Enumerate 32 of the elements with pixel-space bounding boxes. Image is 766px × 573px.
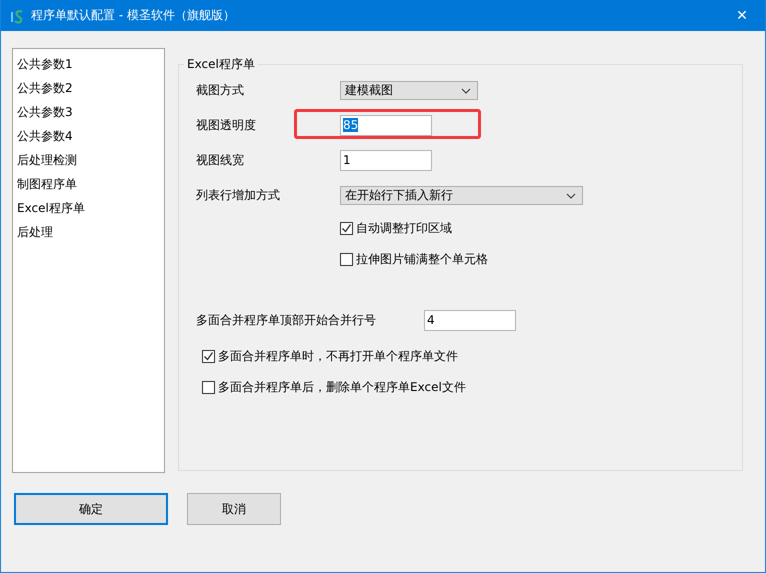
close-button[interactable]: ✕: [719, 8, 765, 24]
checkbox[interactable]: 自动调整打印区域: [196, 220, 452, 237]
check-icon: [341, 223, 352, 234]
sidebar-item[interactable]: 后处理: [13, 220, 164, 244]
sidebar-item[interactable]: 公共参数1: [13, 52, 164, 76]
chevron-down-icon: [566, 192, 576, 198]
sidebar-item[interactable]: Excel程序单: [13, 196, 164, 220]
field-label: 截图方式: [196, 82, 245, 99]
field-label: 多面合并程序单顶部开始合并行号: [196, 312, 377, 328]
dialog-button[interactable]: 确定: [14, 493, 168, 525]
checkbox[interactable]: 多面合并程序单后，删除单个程序单Excel文件: [196, 379, 466, 396]
dialog-button[interactable]: 取消: [187, 493, 281, 525]
field-label: 列表行增加方式: [196, 187, 281, 204]
sidebar-item[interactable]: 公共参数2: [13, 76, 164, 100]
input-field[interactable]: 1: [340, 150, 432, 171]
group-title: Excel程序单: [186, 56, 256, 73]
sidebar-item[interactable]: 公共参数4: [13, 124, 164, 148]
field-label: 视图线宽: [196, 152, 245, 169]
window-title: 程序单默认配置 - 模圣软件（旗舰版）: [31, 7, 236, 24]
field-label: 视图透明度: [196, 117, 257, 134]
logo-icon: [9, 8, 25, 24]
sidebar-item[interactable]: 公共参数3: [13, 100, 164, 124]
checkbox[interactable]: 多面合并程序单时，不再打开单个程序单文件: [196, 348, 458, 365]
input-field[interactable]: 4: [424, 310, 516, 330]
check-icon: [203, 351, 214, 362]
dropdown[interactable]: 在开始行下插入新行: [340, 186, 583, 205]
dropdown[interactable]: 建模截图: [340, 81, 478, 100]
chevron-down-icon: [461, 88, 471, 94]
checkbox[interactable]: 拉伸图片铺满整个单元格: [196, 251, 488, 268]
sidebar-item[interactable]: 制图程序单: [13, 172, 164, 196]
input-field[interactable]: 85: [340, 115, 432, 136]
sidebar-item[interactable]: 后处理检测: [13, 148, 164, 172]
